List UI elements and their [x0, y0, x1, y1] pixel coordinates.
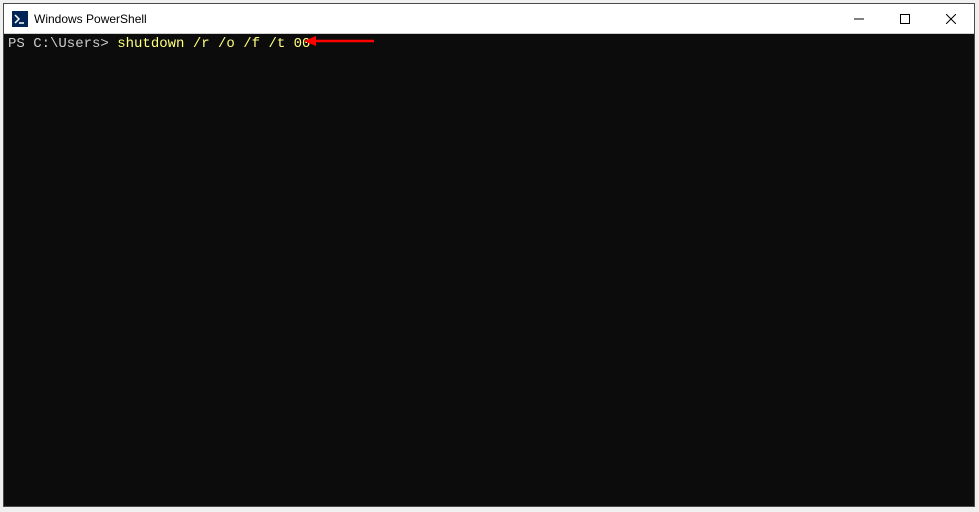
window-controls [836, 4, 974, 33]
minimize-button[interactable] [836, 4, 882, 33]
close-button[interactable] [928, 4, 974, 33]
maximize-icon [900, 14, 910, 24]
window-title: Windows PowerShell [34, 12, 836, 26]
powershell-window: Windows PowerShell PS C:\Users> shutdown [3, 3, 975, 507]
terminal-line: PS C:\Users> shutdown /r /o /f /t 00 [8, 36, 970, 52]
terminal-area[interactable]: PS C:\Users> shutdown /r /o /f /t 00 [4, 34, 974, 506]
close-icon [946, 14, 956, 24]
powershell-icon [12, 11, 28, 27]
command-text: shutdown /r /o /f /t 00 [117, 36, 310, 52]
minimize-icon [854, 14, 864, 24]
prompt: PS C:\Users> [8, 36, 117, 52]
maximize-button[interactable] [882, 4, 928, 33]
titlebar[interactable]: Windows PowerShell [4, 4, 974, 34]
